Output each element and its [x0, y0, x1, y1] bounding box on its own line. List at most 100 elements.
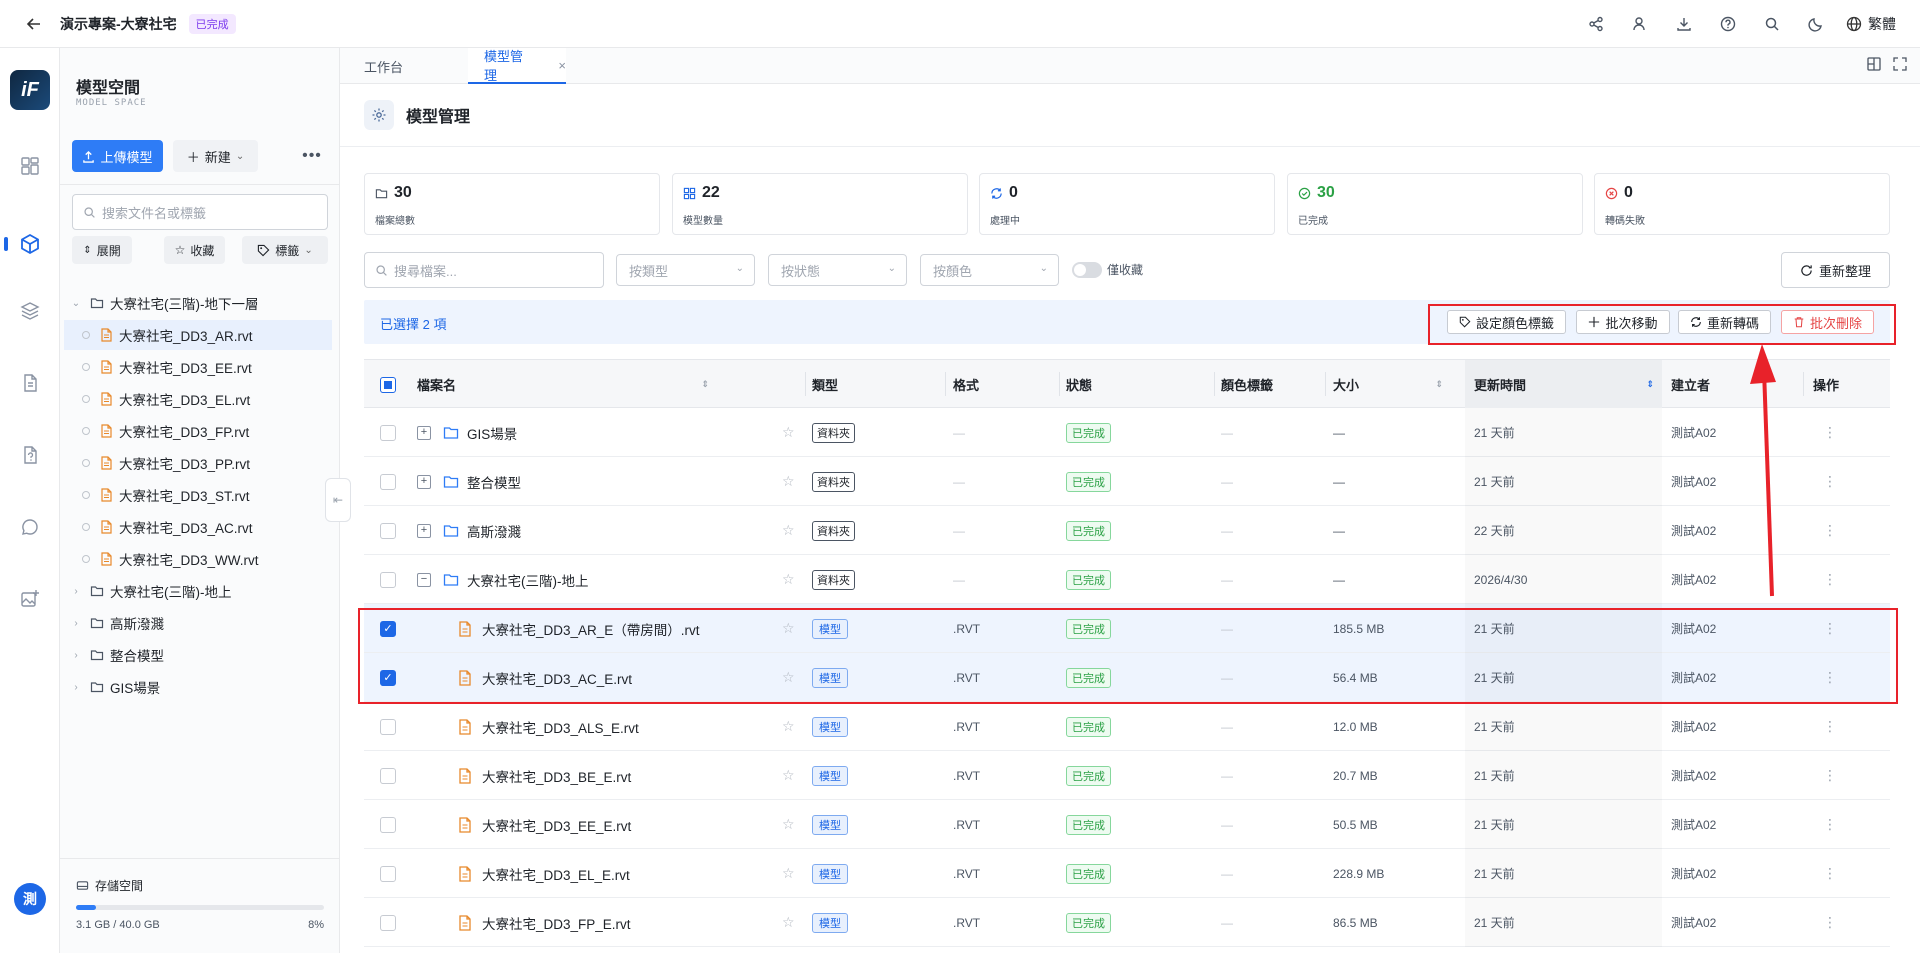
tree-file[interactable]: 大寮社宅_DD3_AC.rvt: [64, 512, 332, 542]
refresh-button[interactable]: 重新整理: [1781, 252, 1890, 288]
select-all-checkbox[interactable]: [380, 360, 398, 409]
row-checkbox[interactable]: ✓: [380, 653, 396, 702]
row-more-icon[interactable]: ⋮: [1823, 702, 1837, 751]
row-more-icon[interactable]: ⋮: [1823, 506, 1837, 555]
help-icon[interactable]: [1706, 2, 1750, 46]
moon-icon[interactable]: [1794, 2, 1838, 46]
table-row[interactable]: 大寮社宅_DD3_EL_E.rvt ☆ 模型 .RVT 已完成 — 228.9 MB 21 天…: [364, 849, 1890, 898]
table-row[interactable]: + 整合模型 ☆ 資料夾 — 已完成 — — 21 天前 測試A02 ⋮: [364, 457, 1890, 506]
row-more-icon[interactable]: ⋮: [1823, 555, 1837, 604]
table-row[interactable]: ✓ 大寮社宅_DD3_AR_E（帶房間）.rvt ☆ 模型 .RVT 已完成 — 185.5 …: [364, 604, 1890, 653]
expand-chip[interactable]: ⇕ 展開: [72, 236, 132, 264]
header-size[interactable]: 大小 ⇕: [1333, 360, 1443, 409]
tree-file[interactable]: 大寮社宅_DD3_AR.rvt: [64, 320, 332, 350]
avatar[interactable]: 測: [14, 883, 46, 915]
chat-icon[interactable]: [15, 512, 45, 542]
sidebar-collapse-icon[interactable]: ⇤: [325, 478, 351, 522]
tree-folder[interactable]: › 整合模型: [68, 640, 332, 670]
sort-icon[interactable]: ⇕: [1435, 379, 1443, 390]
table-row[interactable]: 大寮社宅_DD3_BE_E.rvt ☆ 模型 .RVT 已完成 — 20.7 MB 21 天前…: [364, 751, 1890, 800]
favorite-star-icon[interactable]: ☆: [782, 457, 795, 506]
file-name-cell[interactable]: 大寮社宅_DD3_ALS_E.rvt: [458, 702, 764, 751]
tree-folder[interactable]: › 高斯潑濺: [68, 608, 332, 638]
row-more-icon[interactable]: ⋮: [1823, 898, 1837, 947]
tags-chip[interactable]: 標籤 ⌄: [242, 236, 328, 264]
favorite-chip[interactable]: ☆ 收藏: [164, 236, 225, 264]
expand-icon[interactable]: +: [417, 474, 431, 489]
tree-folder[interactable]: › GIS場景: [68, 672, 332, 702]
download-icon[interactable]: [1662, 2, 1706, 46]
favorites-only-toggle[interactable]: [1072, 262, 1102, 278]
chevron-right-icon[interactable]: ›: [68, 650, 84, 661]
document-question-icon[interactable]: [15, 440, 45, 470]
language-switch[interactable]: 繁體: [1846, 14, 1896, 34]
table-row[interactable]: 大寮社宅_DD3_ALS_E.rvt ☆ 模型 .RVT 已完成 — 12.0 MB 21 天…: [364, 702, 1890, 751]
table-row[interactable]: 大寮社宅_DD3_EE_E.rvt ☆ 模型 .RVT 已完成 — 50.5 MB 21 天前…: [364, 800, 1890, 849]
table-row[interactable]: − 大寮社宅(三階)-地上 ☆ 資料夾 — 已完成 — — 2026/4/30 測試A02 ⋮: [364, 555, 1890, 604]
file-name-cell[interactable]: 大寮社宅_DD3_FP_E.rvt: [458, 898, 764, 947]
batch-move-button[interactable]: 批次移動: [1576, 310, 1670, 334]
fullscreen-icon[interactable]: [1892, 56, 1908, 72]
collapse-icon[interactable]: −: [417, 572, 431, 587]
file-name-cell[interactable]: 大寮社宅_DD3_EL_E.rvt: [458, 849, 764, 898]
row-checkbox[interactable]: [380, 408, 396, 457]
dashboard-icon[interactable]: [15, 151, 45, 181]
row-more-icon[interactable]: ⋮: [1823, 408, 1837, 457]
row-checkbox[interactable]: [380, 457, 396, 506]
row-more-icon[interactable]: ⋮: [1823, 653, 1837, 702]
header-name[interactable]: 檔案名 ⇕: [417, 360, 717, 409]
tab-workbench[interactable]: 工作台: [364, 48, 403, 84]
search-icon[interactable]: [1750, 2, 1794, 46]
retranscode-button[interactable]: 重新轉碼: [1678, 310, 1771, 334]
file-name-cell[interactable]: + GIS場景: [417, 408, 764, 457]
favorite-star-icon[interactable]: ☆: [782, 506, 795, 555]
favorite-star-icon[interactable]: ☆: [782, 408, 795, 457]
file-name-cell[interactable]: 大寮社宅_DD3_EE_E.rvt: [458, 800, 764, 849]
cube-icon[interactable]: [15, 229, 45, 259]
favorite-star-icon[interactable]: ☆: [782, 604, 795, 653]
table-row[interactable]: + GIS場景 ☆ 資料夾 — 已完成 — — 21 天前 測試A02 ⋮: [364, 408, 1890, 457]
file-name-cell[interactable]: 大寮社宅_DD3_AC_E.rvt: [458, 653, 764, 702]
tree-folder[interactable]: ⌄ 大寮社宅(三階)-地下一層: [68, 288, 332, 318]
chevron-down-icon[interactable]: ⌄: [68, 298, 84, 309]
row-checkbox[interactable]: [380, 506, 396, 555]
status-filter-select[interactable]: 按狀態 ⌄: [768, 254, 907, 286]
row-checkbox[interactable]: [380, 702, 396, 751]
color-filter-select[interactable]: 按顏色 ⌄: [920, 254, 1059, 286]
new-button[interactable]: ＋ 新建 ⌄: [173, 140, 258, 172]
chevron-right-icon[interactable]: ›: [68, 586, 84, 597]
set-color-tag-button[interactable]: 設定顏色標籤: [1447, 310, 1566, 334]
expand-icon[interactable]: +: [417, 425, 431, 440]
sort-desc-icon[interactable]: ⇕: [1646, 379, 1654, 390]
row-checkbox[interactable]: [380, 555, 396, 604]
tree-file[interactable]: 大寮社宅_DD3_PP.rvt: [64, 448, 332, 478]
file-name-cell[interactable]: 大寮社宅_DD3_BE_E.rvt: [458, 751, 764, 800]
row-more-icon[interactable]: ⋮: [1823, 751, 1837, 800]
row-checkbox[interactable]: [380, 800, 396, 849]
favorite-star-icon[interactable]: ☆: [782, 653, 795, 702]
favorite-star-icon[interactable]: ☆: [782, 751, 795, 800]
expand-icon[interactable]: +: [417, 523, 431, 538]
favorite-star-icon[interactable]: ☆: [782, 702, 795, 751]
file-name-cell[interactable]: − 大寮社宅(三階)-地上: [417, 555, 764, 604]
row-checkbox[interactable]: [380, 898, 396, 947]
sidebar-search-input[interactable]: 搜索文件名或標籤: [72, 194, 328, 230]
document-icon[interactable]: [15, 368, 45, 398]
header-updated[interactable]: 更新時間 ⇕: [1465, 360, 1662, 409]
row-more-icon[interactable]: ⋮: [1823, 849, 1837, 898]
chevron-right-icon[interactable]: ›: [68, 682, 84, 693]
tree-file[interactable]: 大寮社宅_DD3_FP.rvt: [64, 416, 332, 446]
file-name-cell[interactable]: 大寮社宅_DD3_AR_E（帶房間）.rvt: [458, 604, 764, 653]
favorite-star-icon[interactable]: ☆: [782, 555, 795, 604]
row-checkbox[interactable]: ✓: [380, 604, 396, 653]
row-more-icon[interactable]: ⋮: [1823, 604, 1837, 653]
row-checkbox[interactable]: [380, 751, 396, 800]
split-view-icon[interactable]: [1866, 56, 1882, 72]
file-name-cell[interactable]: + 整合模型: [417, 457, 764, 506]
tree-file[interactable]: 大寮社宅_DD3_EL.rvt: [64, 384, 332, 414]
tree-file[interactable]: 大寮社宅_DD3_EE.rvt: [64, 352, 332, 382]
file-search-input[interactable]: 搜尋檔案...: [364, 252, 604, 288]
favorite-star-icon[interactable]: ☆: [782, 800, 795, 849]
row-checkbox[interactable]: [380, 849, 396, 898]
table-row[interactable]: + 高斯潑濺 ☆ 資料夾 — 已完成 — — 22 天前 測試A02 ⋮: [364, 506, 1890, 555]
